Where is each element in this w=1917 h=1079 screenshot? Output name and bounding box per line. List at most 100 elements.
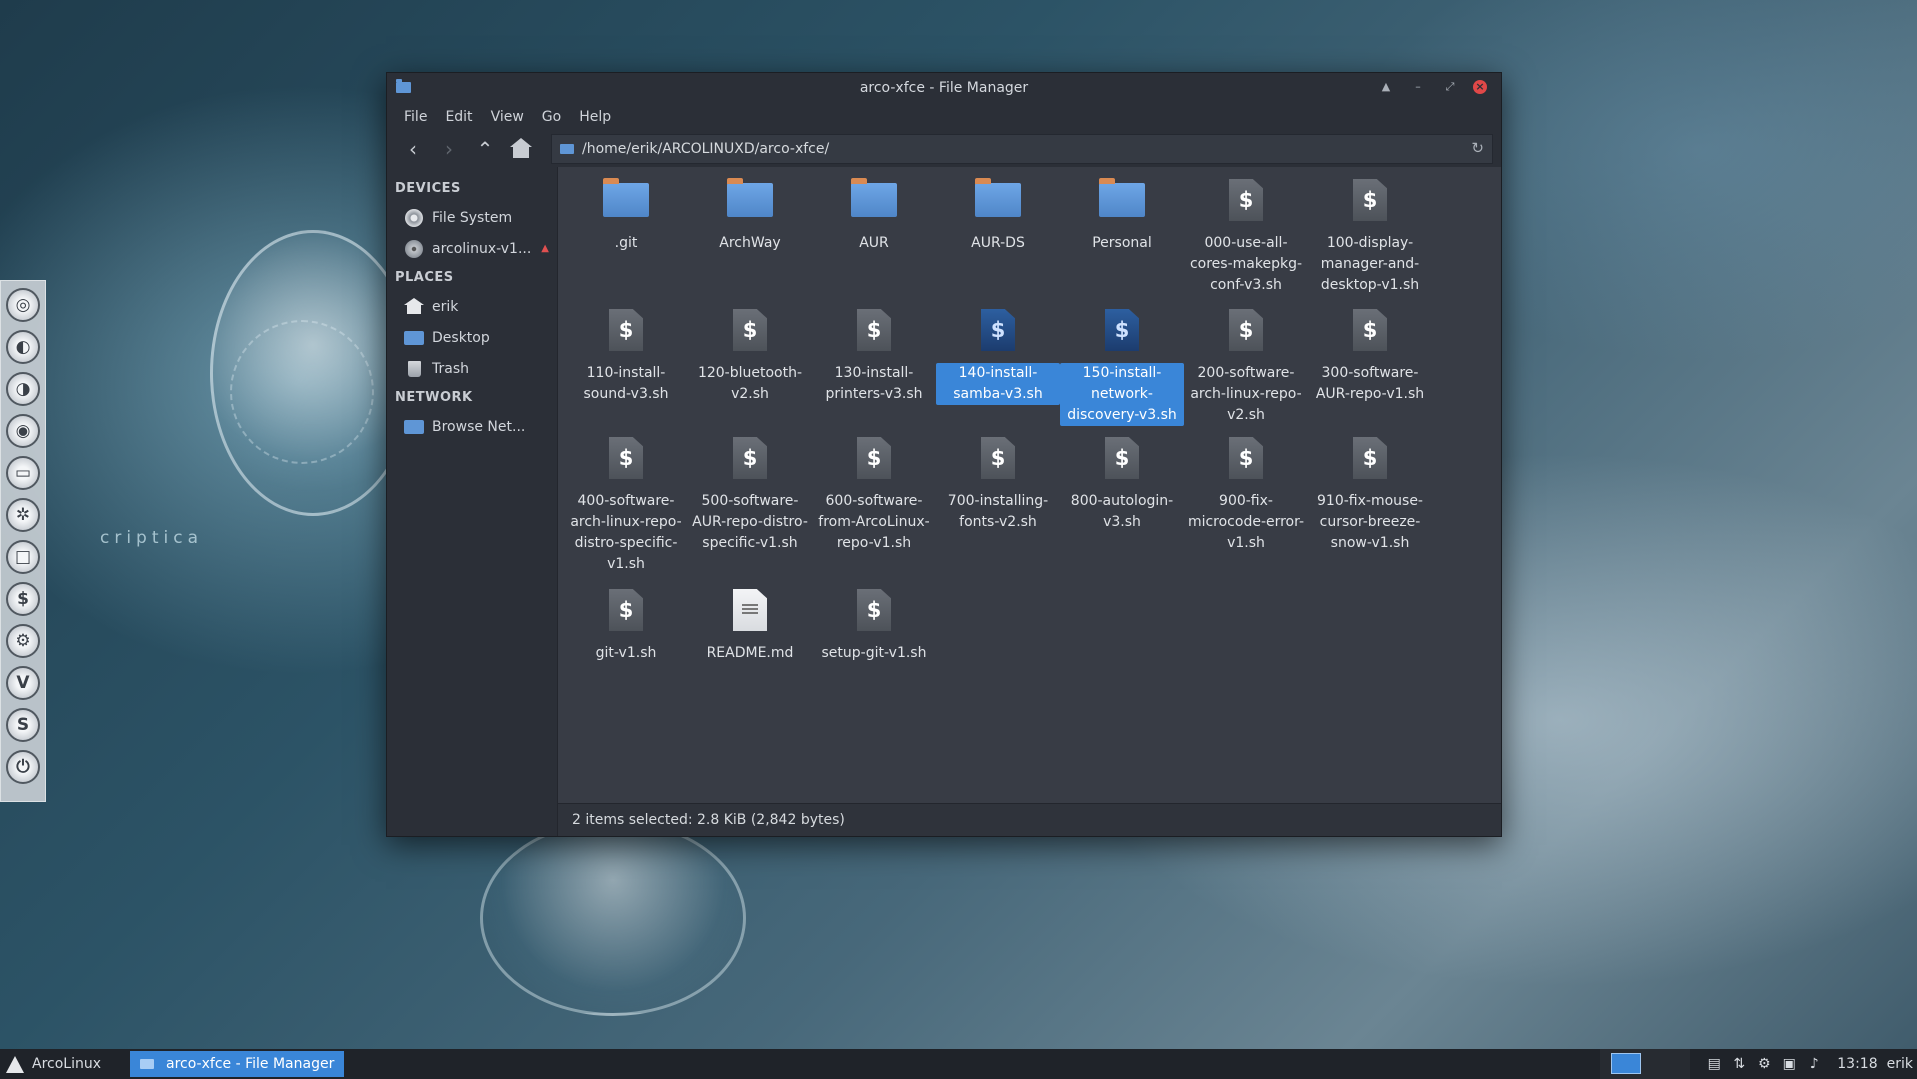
shell-script-icon: $ [857,309,891,351]
folder-item[interactable]: ArchWay [688,171,812,254]
arcolinux-logo-icon [6,1055,24,1073]
shell-script-icon: $ [1229,179,1263,221]
chromium-icon[interactable]: ◉ [6,414,40,448]
home-button[interactable] [503,135,539,163]
file-item[interactable]: $900-fix-microcode-error-v1.sh [1184,429,1308,554]
file-item[interactable]: $150-install-network-discovery-v3.sh [1060,301,1184,426]
file-item[interactable]: $ git-v1.sh [564,581,688,664]
shell-script-icon: $ [857,437,891,479]
file-view[interactable]: .git ArchWay AUR AUR-DS Personal $000-use-all… [558,167,1501,836]
file-item[interactable]: $300-software-AUR-repo-v1.sh [1308,301,1432,405]
window-controls: ▲ – ⤢ × [1377,78,1487,96]
file-item[interactable]: $910-fix-mouse-cursor-breeze-snow-v1.sh [1308,429,1432,554]
parent-folder-button[interactable]: ⌃ [467,135,503,163]
file-item[interactable]: $400-software-arch-linux-repo-distro-spe… [564,429,688,575]
trash-icon [407,360,421,377]
menu-view[interactable]: View [482,109,533,125]
sidebar: DEVICES File System arcolinux-v1... ▲ PL… [387,167,558,836]
firefox-icon[interactable]: ◐ [6,330,40,364]
window-icon[interactable]: □ [6,540,40,574]
thunderbird-icon[interactable]: ◑ [6,372,40,406]
toolbar: ‹ › ⌃ /home/erik/ARCOLINUXD/arco-xfce/ ↻ [387,131,1501,167]
file-item[interactable]: $700-installing-fonts-v2.sh [936,429,1060,533]
maximize-icon[interactable]: ⤢ [1441,78,1459,96]
terminal-icon[interactable]: $ [6,582,40,616]
sidebar-item-browse-network[interactable]: Browse Net... [387,411,557,442]
menu-edit[interactable]: Edit [436,109,481,125]
file-name-label: 000-use-all-cores-makepkg-conf-v3.sh [1189,235,1303,293]
menubar: File Edit View Go Help [387,103,1501,131]
folder-icon [603,178,649,217]
taskbar: ArcoLinux arco-xfce - File Manager ▤ ⇅ ⚙… [0,1049,1917,1079]
file-item[interactable]: $600-software-from-ArcoLinux-repo-v1.sh [812,429,936,554]
home-icon [404,297,424,314]
close-icon[interactable]: × [1473,80,1487,94]
file-item[interactable]: $800-autologin-v3.sh [1060,429,1184,533]
skype-icon[interactable]: S [6,708,40,742]
file-item[interactable]: $500-software-AUR-repo-distro-specific-v… [688,429,812,554]
shade-icon[interactable]: ▲ [1377,78,1395,96]
taskbar-window-button[interactable]: arco-xfce - File Manager [130,1051,345,1077]
start-menu-button[interactable]: ArcoLinux [0,1055,126,1073]
shell-script-icon: $ [1353,437,1387,479]
shell-script-icon: $ [1105,309,1139,351]
file-name-label: 900-fix-microcode-error-v1.sh [1187,493,1305,551]
sidebar-item-trash[interactable]: Trash [387,353,557,384]
file-item[interactable]: $ setup-git-v1.sh [812,581,936,664]
file-name-label: 400-software-arch-linux-repo-distro-spec… [570,493,682,572]
volume-icon[interactable]: ♪ [1806,1056,1822,1072]
file-item[interactable]: $140-install-samba-v3.sh [936,301,1060,405]
sidebar-item-home[interactable]: erik [387,291,557,322]
menu-go[interactable]: Go [533,109,570,125]
shutdown-icon[interactable]: ⏻ [6,750,40,784]
gear-icon[interactable]: ⚙ [6,624,40,658]
file-manager-icon[interactable]: ▭ [6,456,40,490]
clock[interactable]: 13:18 [1837,1056,1877,1072]
screenshot-icon[interactable]: ▣ [1781,1056,1797,1072]
sidebar-item-desktop[interactable]: Desktop [387,322,557,353]
dock-launcher-icon[interactable]: ◎ [6,288,40,322]
file-item[interactable]: $110-install-sound-v3.sh [564,301,688,405]
text-document-icon [733,589,767,631]
user-name[interactable]: erik [1887,1056,1913,1072]
file-name-label: README.md [706,645,794,661]
file-manager-window: arco-xfce - File Manager ▲ – ⤢ × File Ed… [386,72,1502,837]
menu-file[interactable]: File [395,109,436,125]
sidebar-item-file-system[interactable]: File System [387,202,557,233]
shell-script-icon: $ [733,437,767,479]
eject-icon[interactable]: ▲ [541,243,549,254]
file-item[interactable]: $100-display-manager-and-desktop-v1.sh [1308,171,1432,296]
file-name-label: 500-software-AUR-repo-distro-specific-v1… [692,493,808,551]
file-name-label: 700-installing-fonts-v2.sh [947,493,1049,530]
file-item[interactable]: $200-software-arch-linux-repo-v2.sh [1184,301,1308,426]
folder-item[interactable]: AUR [812,171,936,254]
sidebar-item-arcolinux-disc[interactable]: arcolinux-v1... ▲ [387,233,557,264]
refresh-icon[interactable]: ↻ [1471,139,1484,157]
folder-item[interactable]: Personal [1060,171,1184,254]
workspace-1[interactable] [1611,1053,1641,1074]
forward-button[interactable]: › [431,135,467,163]
workspace-pager[interactable] [1600,1049,1690,1079]
file-name-label: AUR-DS [971,235,1025,251]
folder-item[interactable]: AUR-DS [936,171,1060,254]
network-icon[interactable]: ⇅ [1731,1056,1747,1072]
status-text: 2 items selected: 2.8 KiB (2,842 bytes) [572,812,845,828]
system-tray: ▤ ⇅ ⚙ ▣ ♪ 13:18 erik [1706,1049,1917,1079]
folder-item[interactable]: .git [564,171,688,254]
file-name-label: 140-install-samba-v3.sh [936,363,1060,405]
vivaldi-icon[interactable]: V [6,666,40,700]
file-item[interactable]: $120-bluetooth-v2.sh [688,301,812,405]
file-item[interactable]: $000-use-all-cores-makepkg-conf-v3.sh [1184,171,1308,296]
file-name-label: .git [614,235,638,251]
menu-help[interactable]: Help [570,109,620,125]
file-item[interactable]: README.md [688,581,812,664]
minimize-icon[interactable]: – [1409,78,1427,96]
clipboard-icon[interactable]: ▤ [1706,1056,1722,1072]
back-button[interactable]: ‹ [395,135,431,163]
sidebar-header-places: PLACES [395,270,454,285]
settings-icon[interactable]: ⚙ [1756,1056,1772,1072]
settings-icon[interactable]: ✲ [6,498,40,532]
file-item[interactable]: $130-install-printers-v3.sh [812,301,936,405]
location-bar[interactable]: /home/erik/ARCOLINUXD/arco-xfce/ ↻ [551,134,1493,164]
titlebar[interactable]: arco-xfce - File Manager ▲ – ⤢ × [387,73,1501,103]
